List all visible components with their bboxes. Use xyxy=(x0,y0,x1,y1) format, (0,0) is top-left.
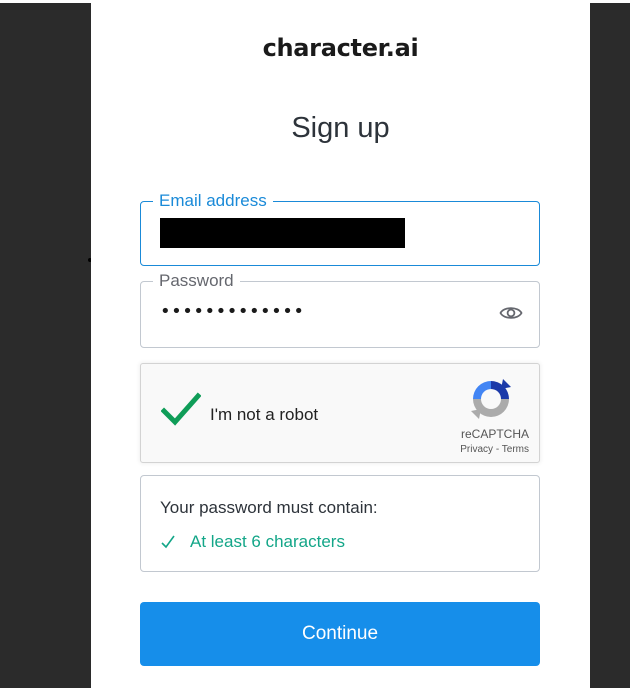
requirement-item: At least 6 characters xyxy=(160,532,345,552)
terms-link[interactable]: Terms xyxy=(502,444,529,455)
brand-logo: character.ai xyxy=(262,34,419,62)
password-label: Password xyxy=(153,271,240,291)
right-background xyxy=(590,3,630,688)
recaptcha-links: Privacy - Terms xyxy=(460,444,529,455)
email-label: Email address xyxy=(153,191,273,211)
recaptcha-logo-icon xyxy=(469,377,513,421)
continue-button[interactable]: Continue xyxy=(140,602,540,666)
page-title: Sign up xyxy=(291,112,390,144)
password-field[interactable]: Password ••••••••••••• xyxy=(140,271,540,348)
redacted-email-value xyxy=(160,218,405,248)
captcha-label: I'm not a robot xyxy=(210,405,319,424)
eye-icon[interactable] xyxy=(499,304,523,322)
password-requirements: Your password must contain: At least 6 c… xyxy=(140,475,540,572)
links-separator: - xyxy=(493,444,502,455)
checkmark-icon[interactable] xyxy=(160,392,202,428)
email-field[interactable]: Email address xyxy=(140,191,540,266)
recaptcha-brand: reCAPTCHA xyxy=(460,427,529,441)
requirements-title: Your password must contain: xyxy=(160,498,378,517)
requirement-label: At least 6 characters xyxy=(190,532,345,551)
privacy-link[interactable]: Privacy xyxy=(460,444,493,455)
page: character.ai Sign up Email address Passw… xyxy=(0,0,630,688)
password-input[interactable]: ••••••••••••• xyxy=(160,301,480,322)
checkmark-icon xyxy=(161,535,175,549)
signup-panel: character.ai Sign up Email address Passw… xyxy=(91,0,590,688)
recaptcha-widget: I'm not a robot reCAPTCHA Privacy - Term… xyxy=(140,363,540,463)
